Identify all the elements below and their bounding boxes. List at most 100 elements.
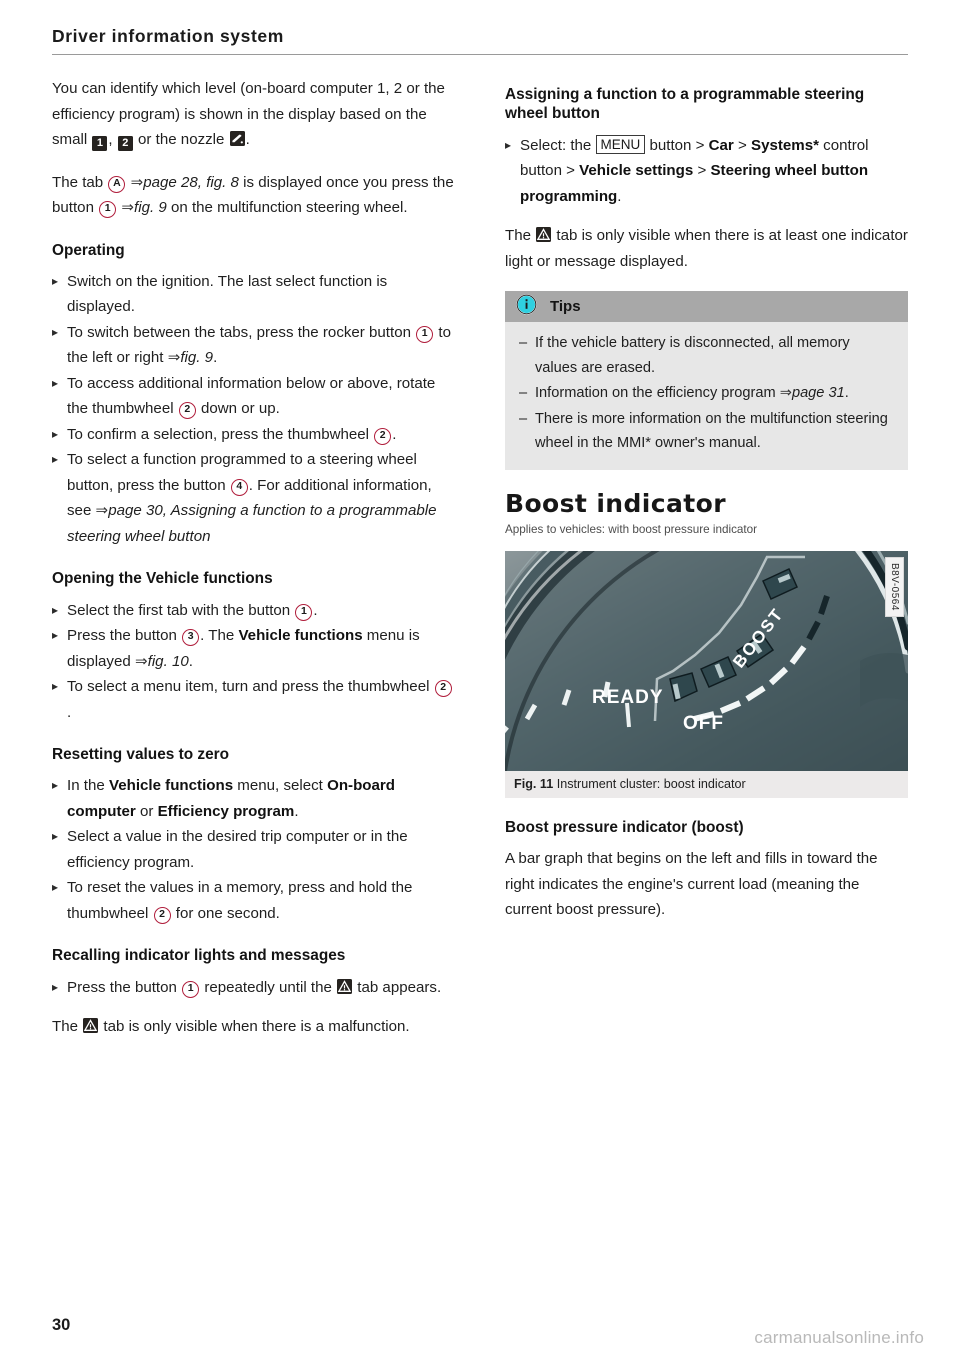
cross-ref-fig-10[interactable]: fig. 10 bbox=[148, 653, 189, 670]
menu-name-efficiency-program: Efficiency program bbox=[157, 802, 295, 820]
tips-box: Tips If the vehicle battery is disconnec… bbox=[505, 291, 908, 470]
list-item: To access additional information below o… bbox=[52, 371, 455, 422]
list-item: Select a value in the desired trip compu… bbox=[52, 824, 455, 875]
cross-ref-arrow-icon: ⇒ bbox=[779, 385, 792, 401]
cross-ref-arrow-icon: ⇒ bbox=[167, 349, 181, 367]
cross-ref-fig-9[interactable]: fig. 9 bbox=[180, 349, 213, 366]
gauge-label-ready: READY bbox=[592, 687, 664, 708]
callout-marker-3: 3 bbox=[182, 629, 200, 646]
list-item: Select: the MENU button > Car > Systems*… bbox=[505, 133, 908, 210]
recalling-note: The tab is only visible when there is a … bbox=[52, 1014, 455, 1040]
right-column: Assigning a function to a programmable s… bbox=[505, 76, 908, 940]
intro-text-b: , bbox=[108, 131, 117, 148]
list-item: Switch on the ignition. The last select … bbox=[52, 269, 455, 320]
warning-triangle-icon bbox=[337, 978, 353, 994]
menu-name-vehicle-settings: Vehicle settings bbox=[579, 162, 694, 179]
note-text: tab is only visible when there is at lea… bbox=[505, 227, 908, 270]
cross-ref-page-31[interactable]: page 31 bbox=[792, 385, 845, 401]
step-text: or bbox=[135, 802, 158, 820]
step-text: Select a value in the desired trip compu… bbox=[67, 828, 408, 871]
watermark: carmanualsonline.info bbox=[754, 1328, 924, 1347]
step-text: button > bbox=[645, 136, 709, 154]
step-text: . bbox=[617, 187, 622, 205]
callout-marker-2: 2 bbox=[374, 427, 392, 445]
step-text: To confirm a selection, press the thumbw… bbox=[67, 425, 374, 443]
page-header: Driver information system bbox=[52, 26, 908, 55]
step-text: for one second. bbox=[171, 904, 280, 922]
figure-number: Fig. 11 bbox=[514, 777, 554, 792]
figure-caption: Fig. 11 Instrument cluster: boost indica… bbox=[505, 771, 908, 799]
tip-text: . bbox=[844, 385, 849, 401]
callout-marker-1: 1 bbox=[295, 603, 313, 621]
cross-ref-page-28[interactable]: page 28, fig. 8 bbox=[143, 174, 239, 191]
assigning-step-list: Select: the MENU button > Car > Systems*… bbox=[505, 133, 908, 210]
warning-triangle-icon bbox=[83, 1018, 99, 1033]
page-number: 30 bbox=[52, 1316, 71, 1334]
callout-marker-4: 4 bbox=[230, 478, 248, 496]
tips-list: If the vehicle battery is disconnected, … bbox=[519, 331, 894, 456]
step-text: . bbox=[294, 802, 299, 820]
callout-marker-1: 1 bbox=[416, 325, 434, 343]
step-text: . bbox=[392, 425, 397, 443]
step-text: Press the button bbox=[67, 978, 182, 996]
list-item: Select the first tab with the button 1. bbox=[52, 598, 455, 624]
boost-pressure-indicator-heading: Boost pressure indicator (boost) bbox=[505, 819, 744, 837]
cross-ref-arrow-icon: ⇒ bbox=[95, 502, 109, 520]
list-item: To confirm a selection, press the thumbw… bbox=[52, 422, 455, 448]
figure-code-label: B8V-0564 bbox=[885, 557, 904, 617]
step-text: In the bbox=[67, 777, 109, 795]
step-text: Select: the bbox=[520, 136, 596, 154]
warning-triangle-icon bbox=[536, 227, 552, 242]
list-item: To select a menu item, turn and press th… bbox=[52, 674, 455, 725]
step-text: Press the button bbox=[67, 627, 182, 644]
header-divider bbox=[52, 54, 908, 55]
left-column: You can identify which level (on-board c… bbox=[52, 76, 455, 1057]
step-text: down or up. bbox=[196, 400, 280, 418]
opening-step-list: Select the first tab with the button 1 . … bbox=[52, 598, 455, 726]
menu-button-key[interactable]: MENU bbox=[595, 134, 646, 154]
step-text: > bbox=[693, 162, 711, 179]
obc-1-icon: 1 bbox=[92, 136, 108, 151]
list-item: Press the button 3. The Vehicle function… bbox=[52, 623, 455, 674]
assigning-function-heading: Assigning a function to a programmable s… bbox=[505, 86, 865, 123]
list-item: There is more information on the multifu… bbox=[519, 407, 894, 456]
menu-name-systems: Systems* bbox=[751, 136, 819, 154]
boost-body-paragraph: A bar graph that begins on the left and … bbox=[505, 850, 878, 919]
cross-ref-arrow-icon: ⇒ bbox=[134, 652, 148, 670]
cross-ref-arrow-icon: ⇒ bbox=[121, 199, 135, 216]
step-text: repeatedly until the bbox=[200, 978, 337, 996]
step-text: . The bbox=[200, 627, 239, 644]
callout-marker-1: 1 bbox=[99, 201, 117, 218]
callout-marker-1: 1 bbox=[182, 980, 200, 998]
callout-marker-2: 2 bbox=[178, 402, 196, 420]
tab-text-a: The tab bbox=[52, 173, 108, 191]
tips-title: Tips bbox=[550, 298, 581, 315]
step-text: . bbox=[313, 601, 318, 619]
list-item: Press the button 1 repeatedly until the … bbox=[52, 975, 455, 1001]
step-text: . bbox=[188, 652, 193, 670]
step-text: Switch on the ignition. The last select … bbox=[67, 272, 388, 316]
tips-body: If the vehicle battery is disconnected, … bbox=[505, 322, 908, 470]
note-text: The bbox=[52, 1018, 83, 1035]
callout-marker-a: A bbox=[108, 175, 126, 193]
step-text: tab appears. bbox=[353, 978, 442, 996]
cross-ref-arrow-icon: ⇒ bbox=[130, 173, 144, 191]
note-text: The bbox=[505, 227, 536, 244]
callout-marker-2: 2 bbox=[153, 906, 171, 924]
recalling-indicator-lights-heading: Recalling indicator lights and messages bbox=[52, 947, 346, 965]
step-text: menu, select bbox=[233, 777, 328, 795]
operating-step-list: Switch on the ignition. The last select … bbox=[52, 269, 455, 550]
cross-ref-page-30[interactable]: page 30, Assigning a function to a progr… bbox=[67, 502, 437, 545]
boost-indicator-heading: Boost indicator bbox=[505, 488, 726, 518]
tip-text: There is more information on the multifu… bbox=[535, 410, 888, 452]
tab-text-c: on the multifunction steering wheel. bbox=[166, 199, 408, 216]
tips-header: Tips bbox=[505, 291, 908, 322]
intro-paragraph-1: You can identify which level (on-board c… bbox=[52, 76, 455, 153]
page-title: Driver information system bbox=[52, 26, 284, 46]
step-text: To select a menu item, turn and press th… bbox=[67, 678, 434, 695]
intro-text-d: . bbox=[245, 131, 250, 148]
cross-ref-fig-9[interactable]: fig. 9 bbox=[134, 199, 167, 216]
tip-text: If the vehicle battery is disconnected, … bbox=[535, 335, 850, 376]
applies-to-note: Applies to vehicles: with boost pressure… bbox=[505, 523, 758, 537]
step-text: To switch between the tabs, press the ro… bbox=[67, 323, 416, 341]
